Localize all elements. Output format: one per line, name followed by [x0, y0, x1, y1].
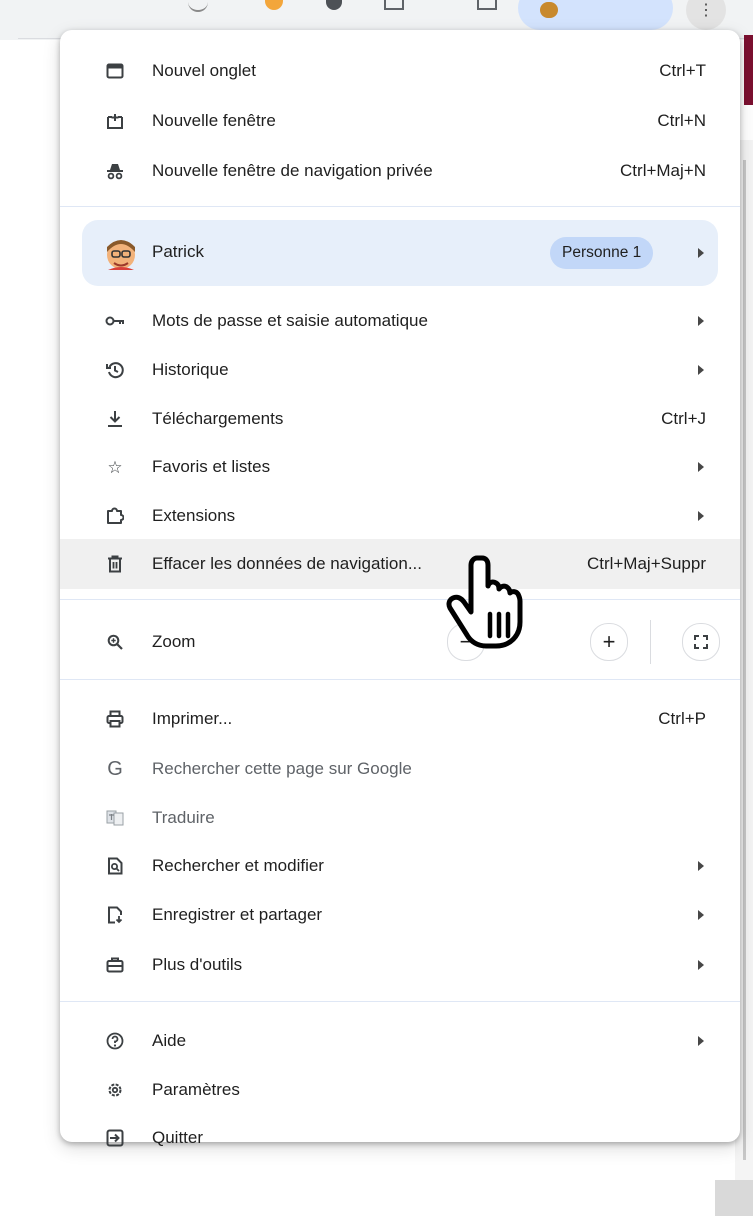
menu-item-zoom: Zoom [60, 618, 740, 666]
history-icon [102, 357, 128, 383]
page-edge [744, 35, 753, 105]
zoom-in-label: + [602, 629, 616, 654]
zoom-label: Zoom [152, 632, 196, 651]
extension-icon[interactable] [265, 0, 283, 10]
menu-item-label: Favoris et listes [152, 457, 271, 476]
menu-item-label: Effacer les données de navigation... [152, 554, 422, 573]
toolbox-icon [102, 952, 128, 978]
shortcut-label: Ctrl+J [661, 409, 706, 428]
menu-item-label: Rechercher et modifier [152, 856, 324, 875]
shortcut-label: Ctrl+Maj+Suppr [586, 554, 706, 573]
shortcut-label: Ctrl+Maj+N [620, 161, 706, 180]
submenu-arrow-icon [698, 462, 704, 472]
trash-icon [102, 551, 128, 577]
new-window-icon [102, 108, 128, 134]
chrome-menu-button[interactable]: ⋮ [686, 0, 726, 30]
puzzle-icon [102, 503, 128, 529]
profile-row[interactable]: Patrick Personne 1 [82, 220, 718, 286]
chrome-main-menu: Nouvel onglet Ctrl+T Nouvelle fenêtre Ct… [60, 30, 740, 1147]
page-gutter [715, 1180, 753, 1216]
menu-item-search-google[interactable]: G Rechercher cette page sur Google [60, 745, 740, 793]
menu-item-clear-browsing-data[interactable]: Effacer les données de navigation... Ctr… [60, 540, 740, 588]
shortcut-label: Ctrl+N [657, 111, 706, 130]
menu-item-bookmarks[interactable]: ☆ Favoris et listes [60, 443, 740, 491]
fullscreen-button[interactable] [682, 623, 720, 661]
menu-item-label: Téléchargements [152, 409, 284, 428]
scrollbar-thumb[interactable] [743, 160, 746, 1160]
avatar-icon [540, 2, 558, 18]
new-tab-icon [102, 58, 128, 84]
menu-item-label: Plus d'outils [152, 955, 243, 974]
menu-item-extensions[interactable]: Extensions [60, 492, 740, 540]
profile-chip[interactable] [518, 0, 673, 30]
menu-item-save-share[interactable]: Enregistrer et partager [60, 891, 740, 939]
menu-item-print[interactable]: Imprimer... Ctrl+P [60, 695, 740, 743]
extension-icon[interactable] [384, 0, 404, 10]
profile-badge: Personne 1 [550, 237, 654, 269]
submenu-arrow-icon [698, 365, 704, 375]
menu-item-new-tab[interactable]: Nouvel onglet Ctrl+T [60, 47, 740, 95]
menu-item-history[interactable]: Historique [60, 346, 740, 394]
menu-item-label: Quitter [152, 1128, 204, 1147]
submenu-arrow-icon [698, 248, 704, 258]
menu-item-more-tools[interactable]: Plus d'outils [60, 941, 740, 989]
submenu-arrow-icon [698, 960, 704, 970]
menu-item-downloads[interactable]: Téléchargements Ctrl+J [60, 395, 740, 443]
menu-item-exit[interactable]: Quitter [60, 1114, 740, 1162]
side-panel-icon[interactable] [477, 0, 497, 10]
google-icon: G [107, 758, 123, 780]
menu-item-new-window[interactable]: Nouvelle fenêtre Ctrl+N [60, 97, 740, 145]
settings-icon [102, 1077, 128, 1103]
star-icon: ☆ [107, 457, 123, 477]
zoom-icon [102, 629, 128, 655]
menu-item-label: Enregistrer et partager [152, 905, 323, 924]
hand-cursor-icon [446, 555, 523, 649]
menu-item-label: Rechercher cette page sur Google [152, 759, 412, 778]
menu-item-label: Aide [152, 1031, 187, 1050]
submenu-arrow-icon [698, 316, 704, 326]
menu-item-label: Extensions [152, 506, 236, 525]
menu-item-label: Imprimer... [152, 709, 233, 728]
incognito-icon [102, 158, 128, 184]
menu-item-label: Paramètres [152, 1080, 240, 1099]
download-icon [102, 406, 128, 432]
menu-item-label: Historique [152, 360, 229, 379]
menu-item-passwords[interactable]: Mots de passe et saisie automatique [60, 297, 740, 345]
exit-icon [102, 1125, 128, 1151]
menu-item-help[interactable]: Aide [60, 1017, 740, 1065]
more-vert-icon: ⋮ [698, 2, 714, 19]
help-icon [102, 1028, 128, 1054]
menu-item-settings[interactable]: Paramètres [60, 1066, 740, 1114]
menu-item-label: Nouvel onglet [152, 61, 256, 80]
translate-icon [102, 805, 128, 831]
menu-item-label: Mots de passe et saisie automatique [152, 311, 428, 330]
submenu-arrow-icon [698, 910, 704, 920]
submenu-arrow-icon [698, 511, 704, 521]
menu-item-incognito-window[interactable]: Nouvelle fenêtre de navigation privée Ct… [60, 147, 740, 195]
menu-separator [60, 679, 740, 680]
find-edit-icon [102, 853, 128, 879]
menu-item-find-edit[interactable]: Rechercher et modifier [60, 842, 740, 890]
menu-item-label: Nouvelle fenêtre [152, 111, 276, 130]
toolbar-icon[interactable] [188, 0, 208, 12]
menu-item-translate[interactable]: Traduire [60, 794, 740, 842]
menu-item-label: Traduire [152, 808, 215, 827]
print-icon [102, 706, 128, 732]
menu-separator [60, 599, 740, 600]
key-icon [102, 308, 128, 334]
shortcut-label: Ctrl+T [659, 61, 706, 80]
avatar-icon [102, 234, 140, 272]
extension-icon[interactable] [326, 0, 342, 10]
menu-separator [60, 206, 740, 207]
zoom-divider [650, 620, 651, 664]
save-share-icon [102, 902, 128, 928]
submenu-arrow-icon [698, 1036, 704, 1046]
profile-name: Patrick [152, 242, 204, 261]
shortcut-label: Ctrl+P [658, 709, 706, 728]
menu-separator [60, 1001, 740, 1002]
fullscreen-icon [694, 629, 708, 655]
submenu-arrow-icon [698, 861, 704, 871]
menu-item-label: Nouvelle fenêtre de navigation privée [152, 161, 433, 180]
zoom-in-button[interactable]: + [590, 623, 628, 661]
